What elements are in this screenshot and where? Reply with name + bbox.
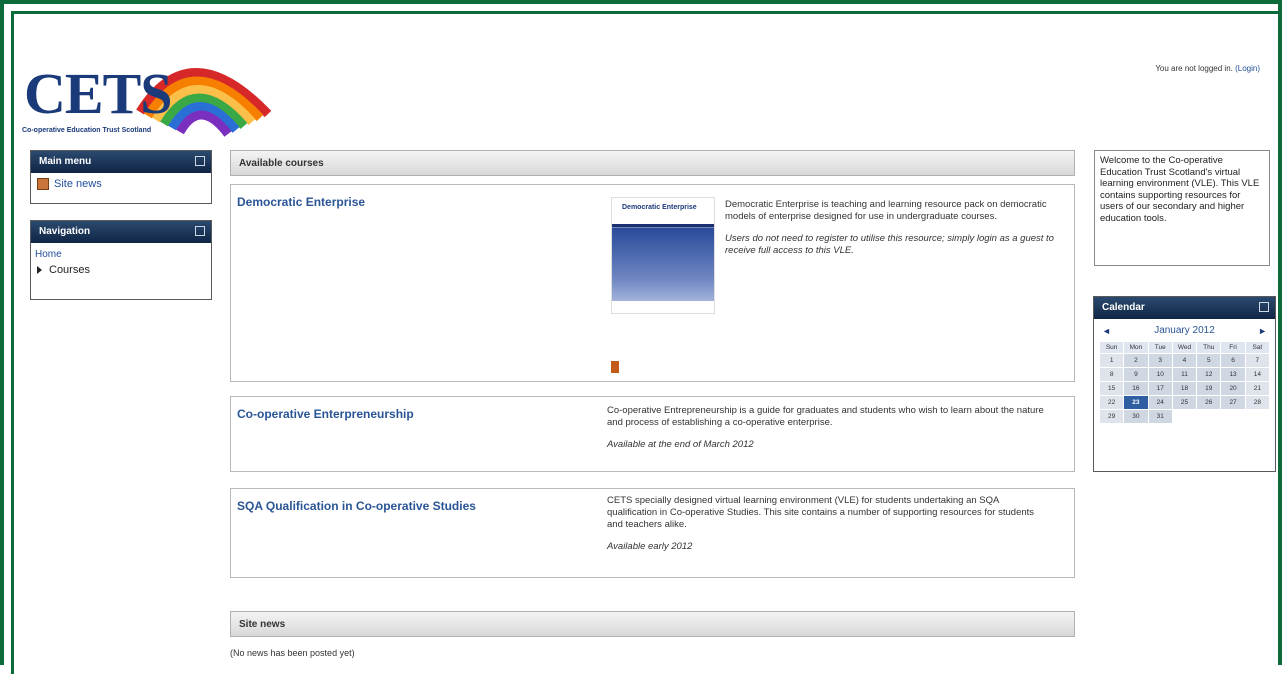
calendar-day[interactable]: 19: [1197, 382, 1221, 395]
calendar-day[interactable]: 31: [1148, 410, 1172, 423]
course-description: CETS specially designed virtual learning…: [607, 495, 1047, 563]
calendar-weekday: Mon: [1124, 342, 1148, 353]
course-name-link[interactable]: Democratic Enterprise: [237, 195, 365, 209]
course-description: Democratic Enterprise is teaching and le…: [725, 199, 1067, 267]
site-news-title: Site news: [239, 619, 286, 630]
logo-text: CETS: [24, 61, 173, 126]
calendar-day[interactable]: 30: [1124, 410, 1148, 423]
calendar-day[interactable]: 10: [1148, 368, 1172, 381]
calendar-day[interactable]: 13: [1221, 368, 1245, 381]
navigation-block: Navigation Home Courses: [30, 220, 212, 300]
calendar-day[interactable]: 7: [1245, 354, 1269, 367]
nav-courses-label: Courses: [49, 264, 90, 276]
calendar-day[interactable]: 8: [1100, 368, 1124, 381]
calendar-day[interactable]: 27: [1221, 396, 1245, 409]
calendar-day[interactable]: 12: [1197, 368, 1221, 381]
cover-footer: [612, 301, 714, 313]
course-note: Available early 2012: [607, 541, 693, 552]
calendar-title: Calendar: [1102, 302, 1145, 313]
main-menu-title: Main menu: [39, 156, 92, 167]
available-courses-title: Available courses: [239, 158, 324, 169]
calendar-day[interactable]: 29: [1100, 410, 1124, 423]
course-summary: Democratic Enterprise is teaching and le…: [725, 199, 1047, 222]
nav-courses-item[interactable]: Courses: [31, 262, 211, 278]
calendar-day[interactable]: 21: [1245, 382, 1269, 395]
calendar-day-today[interactable]: 23: [1124, 396, 1148, 409]
collapse-toggle-icon[interactable]: [195, 226, 205, 236]
calendar-day[interactable]: 9: [1124, 368, 1148, 381]
navigation-title: Navigation: [39, 226, 91, 237]
calendar-weekday: Fri: [1221, 342, 1245, 353]
available-courses-header: Available courses: [230, 150, 1075, 176]
main-menu-block: Main menu Site news: [30, 150, 212, 204]
main-menu-item-label: Site news: [54, 178, 102, 190]
prev-month-icon[interactable]: ◄: [1102, 326, 1111, 336]
calendar-day[interactable]: 14: [1245, 368, 1269, 381]
login-status: You are not logged in.: [1155, 64, 1233, 73]
cover-title: Democratic Enterprise: [622, 204, 697, 211]
calendar-day[interactable]: 3: [1148, 354, 1172, 367]
login-info: You are not logged in. (Login): [1155, 64, 1260, 73]
calendar-month-link[interactable]: January 2012: [1154, 325, 1215, 336]
cets-logo[interactable]: CETS Co-operative Education Trust Scotla…: [20, 42, 280, 142]
calendar-block: Calendar ◄ January 2012 ► Sun Mon Tue Wed Th…: [1093, 296, 1276, 472]
calendar-day[interactable]: 2: [1124, 354, 1148, 367]
course-description: Co-operative Entrepreneurship is a guide…: [607, 405, 1062, 461]
cover-divider: [612, 224, 714, 227]
calendar-day[interactable]: 16: [1124, 382, 1148, 395]
logo-tagline: Co-operative Education Trust Scotland: [22, 127, 152, 134]
course-cover-image[interactable]: Democratic Enterprise: [611, 197, 715, 314]
collapse-toggle-icon[interactable]: [195, 156, 205, 166]
calendar-day[interactable]: 4: [1172, 354, 1197, 367]
course-item-sqa-qualification: SQA Qualification in Co-operative Studie…: [230, 488, 1075, 578]
expand-arrow-icon: [37, 266, 42, 274]
calendar-grid: Sun Mon Tue Wed Thu Fri Sat 1 2 3 4 5 6 7 8 9 10 11 12 13 14…: [1100, 342, 1269, 423]
course-name-link[interactable]: SQA Qualification in Co-operative Studie…: [237, 499, 476, 513]
calendar-day[interactable]: 1: [1100, 354, 1124, 367]
calendar-nav: ◄ January 2012 ►: [1094, 319, 1275, 340]
course-summary: CETS specially designed virtual learning…: [607, 495, 1035, 530]
course-name-link[interactable]: Co-operative Enterpreneurship: [237, 407, 414, 421]
calendar-weekday: Tue: [1148, 342, 1172, 353]
nav-home-link[interactable]: Home: [31, 243, 211, 262]
next-month-icon[interactable]: ►: [1258, 326, 1267, 336]
calendar-weekday: Sun: [1100, 342, 1124, 353]
site-news-header: Site news: [230, 611, 1075, 637]
calendar-day[interactable]: 6: [1221, 354, 1245, 367]
welcome-box: Welcome to the Co-operative Education Tr…: [1094, 150, 1270, 266]
file-icon[interactable]: [611, 361, 619, 373]
course-note: Users do not need to register to utilise…: [725, 233, 1054, 256]
site-news-empty-text: (No news has been posted yet): [230, 648, 355, 658]
navigation-header: Navigation: [31, 221, 211, 243]
calendar-day[interactable]: 11: [1172, 368, 1197, 381]
calendar-day[interactable]: 15: [1100, 382, 1124, 395]
course-summary: Co-operative Entrepreneurship is a guide…: [607, 405, 1044, 428]
course-note: Available at the end of March 2012: [607, 439, 754, 450]
main-menu-item-site-news[interactable]: Site news: [31, 173, 211, 195]
login-link[interactable]: (Login): [1235, 64, 1260, 73]
main-menu-header: Main menu: [31, 151, 211, 173]
news-icon: [37, 178, 49, 190]
calendar-day[interactable]: 25: [1172, 396, 1197, 409]
course-item-democratic-enterprise: Democratic Enterprise Democratic Enterpr…: [230, 184, 1075, 382]
calendar-day[interactable]: 5: [1197, 354, 1221, 367]
calendar-weekday: Wed: [1172, 342, 1197, 353]
welcome-text: Welcome to the Co-operative Education Tr…: [1100, 155, 1260, 224]
calendar-weekday: Thu: [1197, 342, 1221, 353]
calendar-day[interactable]: 17: [1148, 382, 1172, 395]
calendar-day[interactable]: 20: [1221, 382, 1245, 395]
calendar-header: Calendar: [1094, 297, 1275, 319]
calendar-day[interactable]: 22: [1100, 396, 1124, 409]
calendar-day[interactable]: 28: [1245, 396, 1269, 409]
collapse-toggle-icon[interactable]: [1259, 302, 1269, 312]
calendar-day[interactable]: 26: [1197, 396, 1221, 409]
calendar-day[interactable]: 24: [1148, 396, 1172, 409]
calendar-weekday: Sat: [1245, 342, 1269, 353]
calendar-day[interactable]: 18: [1172, 382, 1197, 395]
course-item-cooperative-entrepreneurship: Co-operative Enterpreneurship Co-operati…: [230, 396, 1075, 472]
